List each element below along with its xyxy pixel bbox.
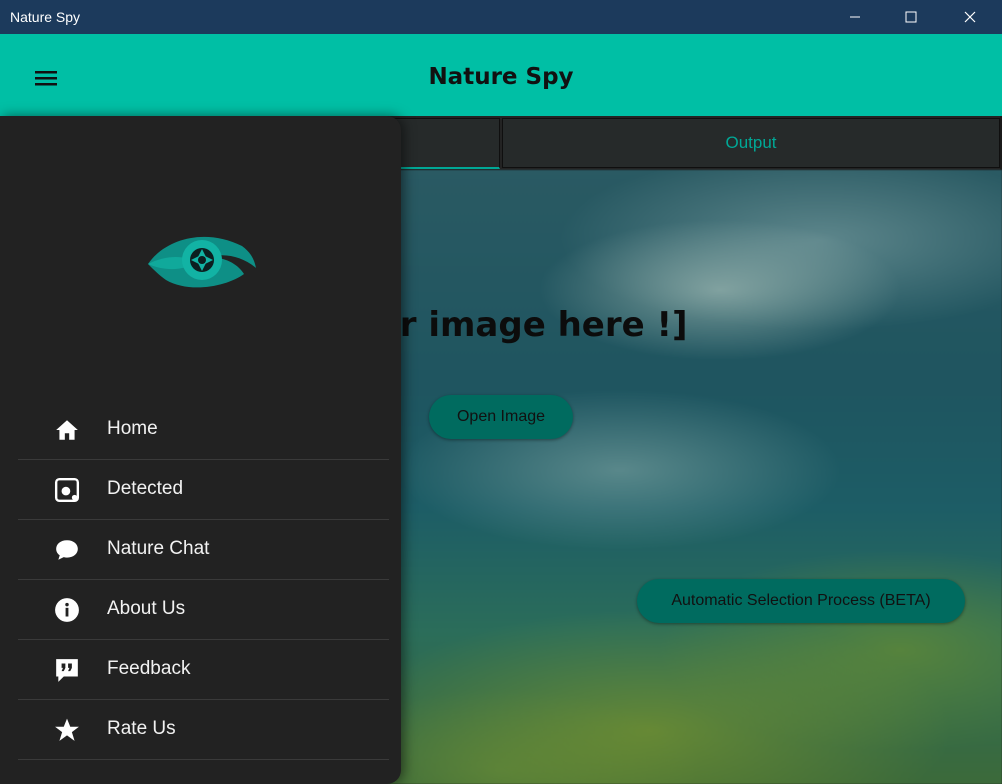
eye-logo-icon xyxy=(148,236,256,288)
drawer-item-rate-us[interactable]: Rate Us xyxy=(18,700,389,760)
tab-output-label: Output xyxy=(725,133,777,152)
tab-output[interactable]: Output xyxy=(502,118,1000,168)
close-button[interactable] xyxy=(947,0,993,34)
drawer-item-detected[interactable]: Detected xyxy=(18,460,389,520)
close-icon xyxy=(964,11,976,23)
maximize-icon xyxy=(905,11,917,23)
detected-icon xyxy=(54,477,80,503)
drawer-item-about-us[interactable]: About Us xyxy=(18,580,389,640)
drawer-item-label: About Us xyxy=(107,598,186,619)
chat-icon xyxy=(56,540,78,560)
drawer-item-label: Home xyxy=(107,418,158,439)
app-title: Nature Spy xyxy=(428,64,574,90)
window-titlebar: Nature Spy xyxy=(0,0,1002,34)
maximize-button[interactable] xyxy=(888,0,934,34)
app-bar: Nature Spy xyxy=(0,34,1002,116)
open-image-button[interactable]: Open Image xyxy=(429,395,573,439)
drawer-item-label: Nature Chat xyxy=(107,538,210,559)
minimize-button[interactable] xyxy=(832,0,878,34)
feedback-icon xyxy=(56,659,78,682)
drawer-menu: Home Detected Nature Chat About Us Feedb… xyxy=(18,400,389,760)
navigation-drawer: Home Detected Nature Chat About Us Feedb… xyxy=(0,116,401,784)
info-icon xyxy=(55,598,79,622)
drawer-item-label: Detected xyxy=(107,478,184,499)
drawer-item-label: Rate Us xyxy=(107,718,176,739)
home-icon xyxy=(56,420,78,440)
drawer-item-feedback[interactable]: Feedback xyxy=(18,640,389,700)
drawer-item-nature-chat[interactable]: Nature Chat xyxy=(18,520,389,580)
star-icon xyxy=(55,718,79,741)
window-title: Nature Spy xyxy=(10,9,81,25)
minimize-icon xyxy=(850,16,860,18)
app-logo xyxy=(146,230,258,292)
automatic-selection-button[interactable]: Automatic Selection Process (BETA) xyxy=(637,579,965,623)
drawer-item-label: Feedback xyxy=(107,658,191,679)
drawer-item-home[interactable]: Home xyxy=(18,400,389,460)
